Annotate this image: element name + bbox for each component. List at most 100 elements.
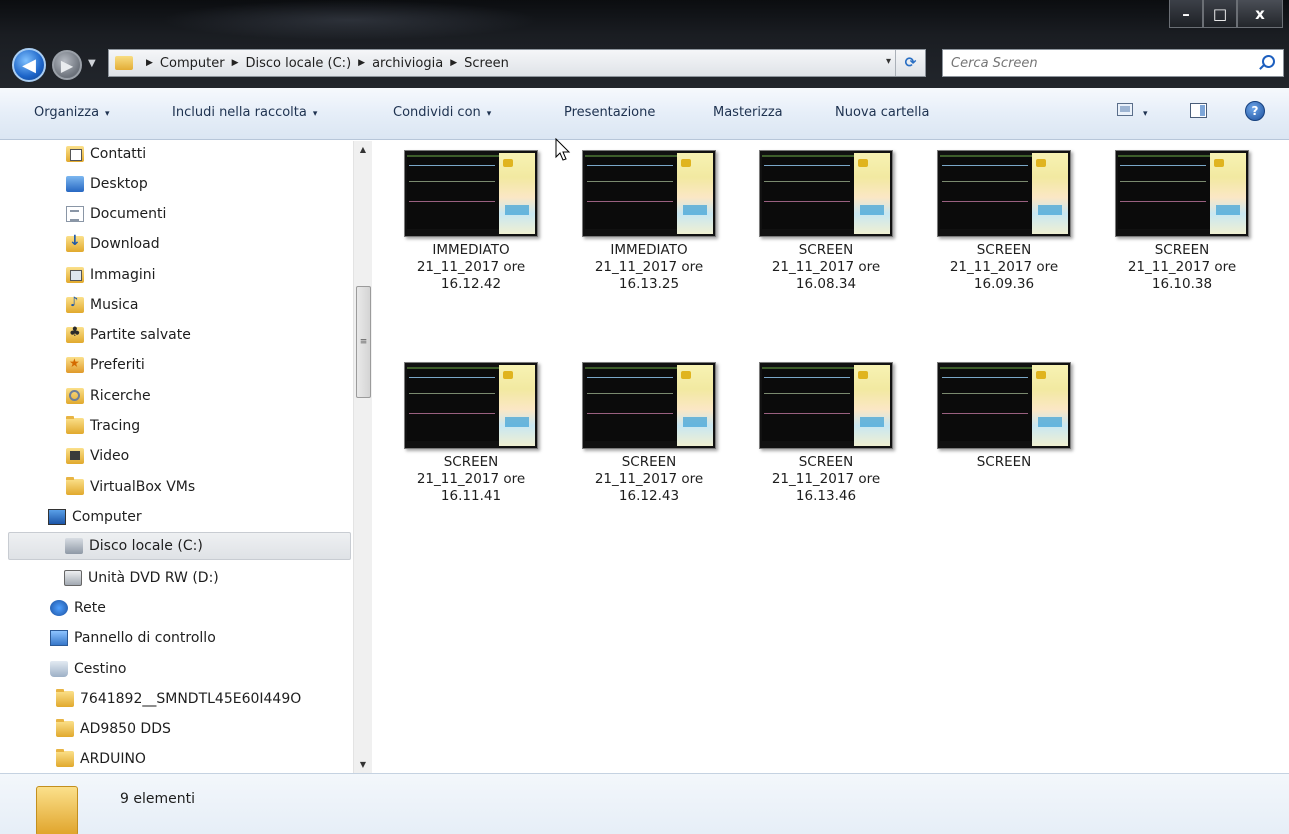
sidebar-item-rete[interactable]: Rete	[50, 594, 106, 622]
forward-button[interactable]: ▶	[52, 50, 82, 80]
preview-pane-button[interactable]	[1190, 103, 1207, 122]
details-pane: 9 elementi	[0, 773, 1289, 834]
help-icon: ?	[1245, 101, 1265, 121]
control-panel-icon	[50, 630, 68, 646]
file-item[interactable]: SCREEN	[919, 362, 1089, 471]
address-dropdown-icon[interactable]: ▾	[886, 56, 891, 67]
share-menu[interactable]: Condividi con ▾	[393, 105, 491, 120]
documents-icon	[66, 206, 84, 222]
view-icon	[1117, 103, 1133, 116]
sidebar-item-dvd-drive[interactable]: Unità DVD RW (D:)	[64, 564, 219, 592]
folder-icon	[56, 719, 74, 737]
sidebar-item-arduino[interactable]: ARDUINO	[56, 745, 146, 773]
maximize-button[interactable]: □	[1203, 0, 1237, 28]
scroll-thumb[interactable]: ≡	[356, 286, 371, 398]
sidebar-item-immagini[interactable]: Immagini	[66, 261, 156, 289]
recent-pages-dropdown[interactable]: ▼	[88, 58, 96, 69]
chevron-down-icon: ▾	[312, 109, 318, 119]
sidebar-item-preferiti[interactable]: Preferiti	[66, 351, 145, 379]
file-item[interactable]: SCREEN 21_11_2017 ore 16.08.34	[741, 150, 911, 293]
chevron-down-icon: ▾	[486, 109, 492, 119]
change-view-button[interactable]: ▾	[1117, 103, 1148, 120]
sidebar-item-ricerche[interactable]: Ricerche	[66, 382, 151, 410]
window-controls: – □ x	[1169, 0, 1283, 30]
sidebar-item-7641892[interactable]: 7641892__SMNDTL45E60I449O	[56, 685, 301, 713]
folder-icon	[56, 689, 74, 707]
image-thumbnail	[404, 362, 538, 449]
breadcrumb-computer[interactable]: Computer	[160, 56, 225, 71]
sidebar-item-documenti[interactable]: Documenti	[66, 200, 166, 228]
sidebar-item-video[interactable]: Video	[66, 442, 129, 470]
music-icon	[66, 295, 84, 313]
file-name: SCREEN 21_11_2017 ore 16.11.41	[416, 454, 526, 504]
search-input[interactable]	[951, 55, 1241, 71]
breadcrumb-archiviogia[interactable]: archiviogia	[372, 56, 443, 71]
file-item[interactable]: SCREEN 21_11_2017 ore 16.10.38	[1097, 150, 1267, 293]
drive-icon	[65, 538, 83, 554]
chevron-right-icon[interactable]: ▶	[146, 58, 153, 68]
back-button[interactable]: ◀	[12, 48, 46, 82]
close-button[interactable]: x	[1237, 0, 1283, 28]
chevron-down-icon: ▼	[88, 58, 96, 69]
search-box[interactable]	[942, 49, 1284, 77]
sidebar-item-label: ARDUINO	[80, 751, 146, 767]
help-button[interactable]: ?	[1245, 101, 1265, 121]
sidebar-item-tracing[interactable]: Tracing	[66, 412, 140, 440]
scroll-down-button[interactable]: ▼	[354, 756, 372, 773]
search-icon[interactable]	[1262, 55, 1275, 68]
burn-button[interactable]: Masterizza	[713, 105, 783, 120]
file-name: SCREEN 21_11_2017 ore 16.12.43	[594, 454, 704, 504]
sidebar-item-cestino[interactable]: Cestino	[50, 655, 127, 683]
breadcrumb-disco-locale[interactable]: Disco locale (C:)	[245, 56, 351, 71]
favorites-icon	[66, 356, 84, 373]
computer-icon	[48, 509, 66, 525]
image-thumbnail	[404, 150, 538, 237]
sidebar-item-label: Desktop	[90, 176, 148, 192]
sidebar-item-musica[interactable]: Musica	[66, 291, 138, 319]
file-item[interactable]: IMMEDIATO 21_11_2017 ore 16.12.42	[386, 150, 556, 293]
sidebar-item-download[interactable]: Download	[66, 230, 160, 258]
sidebar-item-virtualbox-vms[interactable]: VirtualBox VMs	[66, 473, 195, 501]
file-item[interactable]: SCREEN 21_11_2017 ore 16.11.41	[386, 362, 556, 505]
file-name: SCREEN 21_11_2017 ore 16.13.46	[771, 454, 881, 504]
new-folder-button[interactable]: Nuova cartella	[835, 105, 929, 120]
navigation-scrollbar[interactable]: ▲ ≡ ▼	[353, 141, 372, 773]
chevron-right-icon[interactable]: ▶	[232, 58, 239, 68]
address-bar[interactable]: ▶ Computer ▶ Disco locale (C:) ▶ archivi…	[108, 49, 926, 77]
folder-icon	[115, 56, 133, 70]
file-item[interactable]: SCREEN 21_11_2017 ore 16.09.36	[919, 150, 1089, 293]
folder-icon	[66, 477, 84, 495]
chevron-right-icon[interactable]: ▶	[358, 58, 365, 68]
sidebar-item-pannello-di-controllo[interactable]: Pannello di controllo	[50, 624, 216, 652]
videos-icon	[66, 448, 84, 464]
sidebar-item-label: 7641892__SMNDTL45E60I449O	[80, 691, 302, 707]
file-item[interactable]: SCREEN 21_11_2017 ore 16.12.43	[564, 362, 734, 505]
sidebar-item-label: Pannello di controllo	[74, 630, 216, 646]
chevron-right-icon[interactable]: ▶	[450, 58, 457, 68]
sidebar-item-label: Disco locale (C:)	[89, 538, 203, 554]
file-item[interactable]: IMMEDIATO 21_11_2017 ore 16.13.25	[564, 150, 734, 293]
saved-games-icon	[66, 325, 84, 343]
sidebar-item-desktop[interactable]: Desktop	[66, 170, 148, 198]
sidebar-item-partite-salvate[interactable]: Partite salvate	[66, 321, 191, 349]
breadcrumb-screen[interactable]: Screen	[464, 56, 509, 71]
slideshow-button[interactable]: Presentazione	[564, 105, 655, 120]
minimize-button[interactable]: –	[1169, 0, 1203, 28]
breadcrumb: ▶ Computer ▶ Disco locale (C:) ▶ archivi…	[139, 56, 509, 71]
item-count: 9 elementi	[120, 791, 195, 807]
sidebar-item-ad9850-dds[interactable]: AD9850 DDS	[56, 715, 171, 743]
include-library-menu[interactable]: Includi nella raccolta ▾	[172, 105, 317, 120]
download-icon	[66, 233, 84, 252]
mouse-cursor-icon	[555, 138, 571, 161]
file-item[interactable]: SCREEN 21_11_2017 ore 16.13.46	[741, 362, 911, 505]
sidebar-item-contatti[interactable]: Contatti	[66, 141, 146, 168]
sidebar-item-computer[interactable]: Computer	[48, 503, 142, 531]
file-name: IMMEDIATO 21_11_2017 ore 16.13.25	[594, 242, 704, 292]
organize-menu[interactable]: Organizza ▾	[34, 105, 110, 120]
sidebar-item-label: Contatti	[90, 146, 147, 162]
file-name: SCREEN	[976, 454, 1032, 470]
scroll-up-button[interactable]: ▲	[354, 141, 372, 158]
refresh-icon: ⟳	[904, 55, 917, 71]
sidebar-item-disco-locale[interactable]: Disco locale (C:)	[8, 532, 351, 560]
refresh-button[interactable]: ⟳	[895, 50, 925, 76]
